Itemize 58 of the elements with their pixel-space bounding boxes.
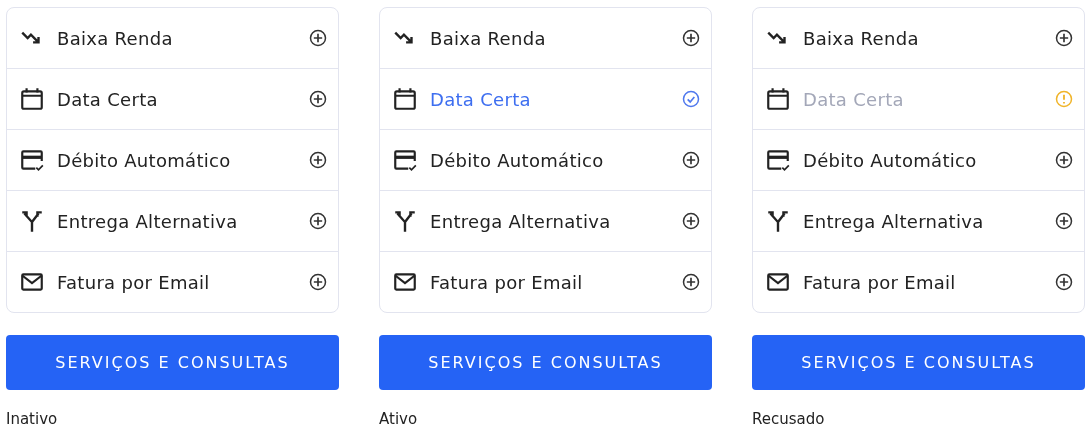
service-item[interactable]: Fatura por Email <box>7 251 338 312</box>
service-label: Baixa Renda <box>430 27 547 49</box>
service-label: Fatura por Email <box>803 271 957 293</box>
fork-arrow-icon <box>765 208 791 234</box>
plus-circle-icon[interactable] <box>308 211 328 231</box>
service-label: Débito Automático <box>803 149 978 171</box>
service-label: Data Certa <box>803 88 905 110</box>
plus-circle-icon[interactable] <box>308 272 328 292</box>
service-item[interactable]: Baixa Renda <box>7 8 338 68</box>
plus-circle-icon[interactable] <box>308 89 328 109</box>
service-item[interactable]: Entrega Alternativa <box>7 190 338 251</box>
service-label: Baixa Renda <box>57 27 174 49</box>
services-button[interactable]: SERVIÇOS E CONSULTAS <box>379 335 712 390</box>
service-label: Entrega Alternativa <box>803 210 985 232</box>
calendar-icon <box>19 86 45 112</box>
check-circle-icon[interactable] <box>681 89 701 109</box>
service-item[interactable]: Fatura por Email <box>753 251 1084 312</box>
service-item[interactable]: Data Certa <box>380 68 711 129</box>
card-check-icon <box>392 147 418 173</box>
service-item[interactable]: Entrega Alternativa <box>753 190 1084 251</box>
plus-circle-icon[interactable] <box>1054 150 1074 170</box>
service-label: Fatura por Email <box>430 271 584 293</box>
service-label: Entrega Alternativa <box>57 210 239 232</box>
state-caption: Inativo <box>6 410 59 428</box>
service-label: Débito Automático <box>430 149 605 171</box>
calendar-icon <box>392 86 418 112</box>
service-item[interactable]: Débito Automático <box>7 129 338 190</box>
service-label: Entrega Alternativa <box>430 210 612 232</box>
state-caption: Recusado <box>752 410 826 428</box>
card-check-icon <box>19 147 45 173</box>
plus-circle-icon[interactable] <box>681 272 701 292</box>
service-item[interactable]: Data Certa <box>7 68 338 129</box>
service-item[interactable]: Baixa Renda <box>380 8 711 68</box>
service-label: Baixa Renda <box>803 27 920 49</box>
card-check-icon <box>765 147 791 173</box>
services-button[interactable]: SERVIÇOS E CONSULTAS <box>6 335 339 390</box>
services-button[interactable]: SERVIÇOS E CONSULTAS <box>752 335 1085 390</box>
state-caption: Ativo <box>379 410 419 428</box>
service-item[interactable]: Fatura por Email <box>380 251 711 312</box>
plus-circle-icon[interactable] <box>681 28 701 48</box>
service-label: Data Certa <box>57 88 159 110</box>
plus-circle-icon[interactable] <box>1054 28 1074 48</box>
fork-arrow-icon <box>19 208 45 234</box>
service-label: Débito Automático <box>57 149 232 171</box>
plus-circle-icon[interactable] <box>681 150 701 170</box>
fork-arrow-icon <box>392 208 418 234</box>
service-item[interactable]: Débito Automático <box>753 129 1084 190</box>
service-item[interactable]: Entrega Alternativa <box>380 190 711 251</box>
plus-circle-icon[interactable] <box>308 28 328 48</box>
service-label: Data Certa <box>430 88 532 110</box>
plus-circle-icon[interactable] <box>1054 211 1074 231</box>
service-label: Fatura por Email <box>57 271 211 293</box>
calendar-icon <box>765 86 791 112</box>
service-item[interactable]: Baixa Renda <box>753 8 1084 68</box>
plus-circle-icon[interactable] <box>681 211 701 231</box>
plus-circle-icon[interactable] <box>1054 272 1074 292</box>
service-item[interactable]: Débito Automático <box>380 129 711 190</box>
plus-circle-icon[interactable] <box>308 150 328 170</box>
